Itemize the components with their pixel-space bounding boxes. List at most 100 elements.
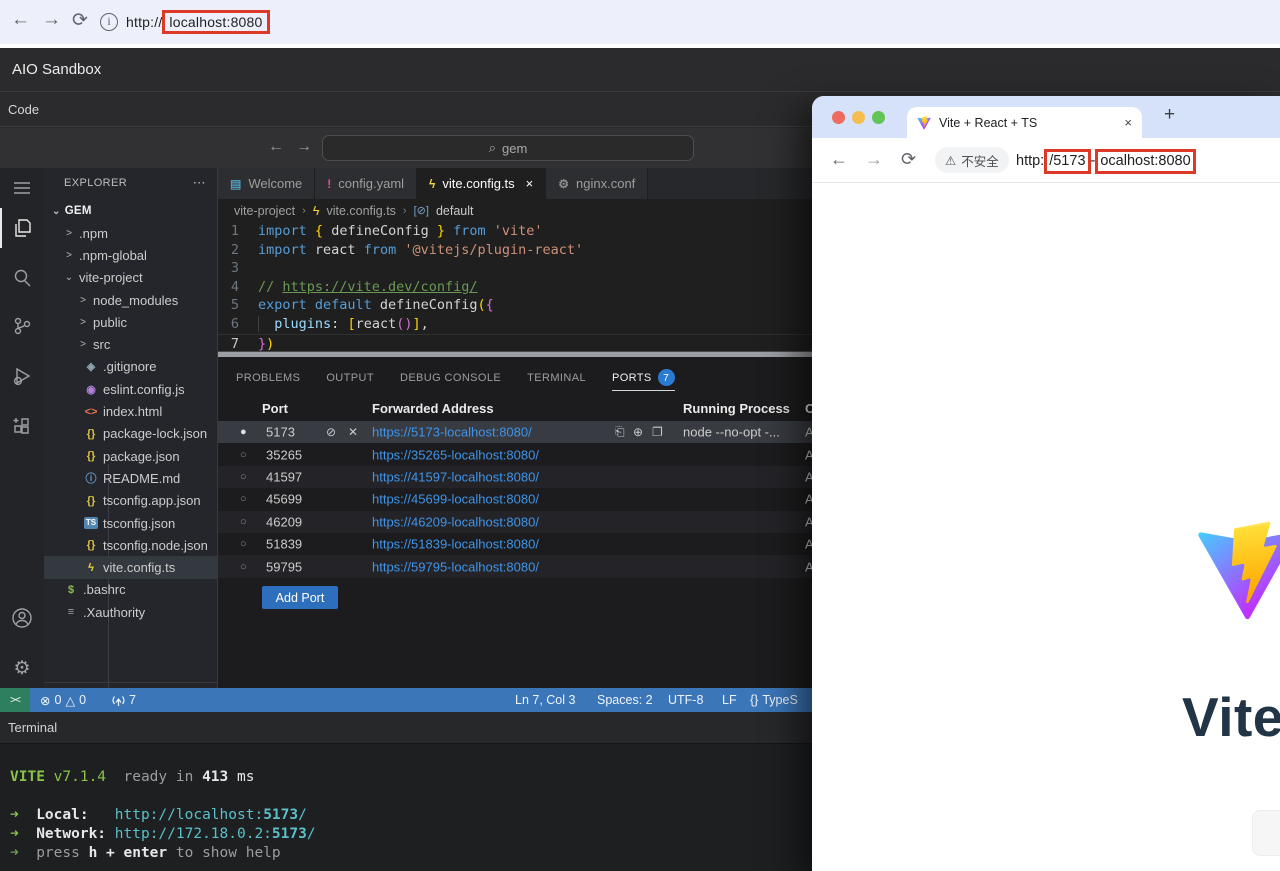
tab-nginx-conf[interactable]: ⚙ nginx.conf	[546, 168, 649, 199]
back-icon[interactable]: ←	[11, 9, 30, 31]
tree-item-package-lock-json[interactable]: {} package-lock.json	[44, 423, 218, 445]
tab-vite-config-ts[interactable]: ϟ vite.config.ts ×	[417, 168, 547, 199]
settings-gear-icon[interactable]: ⚙	[0, 648, 44, 688]
forwarded-address-link[interactable]: https://51839-localhost:8080/	[372, 537, 539, 552]
forwarded-address-link[interactable]: https://59795-localhost:8080/	[372, 559, 539, 574]
tree-item-index-html[interactable]: <> index.html	[44, 400, 218, 422]
workspace-root-folder[interactable]: ⌄ GEM	[44, 200, 218, 222]
forwarded-address-link[interactable]: https://35265-localhost:8080/	[372, 447, 539, 462]
port-row-45699[interactable]: ○ 45699 https://45699-localhost:8080/A	[218, 488, 814, 510]
port-row-51839[interactable]: ○ 51839 https://51839-localhost:8080/A	[218, 533, 814, 555]
tree-item-package-json[interactable]: {} package.json	[44, 445, 218, 467]
panel-tab-debug-console[interactable]: DEBUG CONSOLE	[400, 365, 501, 391]
port-row-41597[interactable]: ○ 41597 https://41597-localhost:8080/A	[218, 465, 814, 489]
extensions-icon[interactable]	[0, 406, 44, 446]
explorer-icon[interactable]	[0, 208, 44, 248]
search-activity-icon[interactable]	[0, 258, 44, 298]
tree-item-src[interactable]: > src	[44, 333, 218, 355]
forwarded-address-link[interactable]: https://45699-localhost:8080/	[372, 492, 539, 507]
ports-status[interactable]: 7	[112, 688, 136, 712]
panel-tab-output[interactable]: OUTPUT	[326, 365, 374, 391]
tree-item-vite-config-ts[interactable]: ϟ vite.config.ts	[44, 556, 218, 579]
port-row-59795[interactable]: ○ 59795 https://59795-localhost:8080/A	[218, 555, 814, 578]
tab-config-yaml[interactable]: ! config.yaml	[315, 168, 418, 199]
count-button[interactable]	[1252, 810, 1280, 856]
line-number: 2	[230, 241, 239, 258]
chevron-icon: >	[66, 249, 72, 261]
problems-status[interactable]: ⊗ 0 △ 0	[40, 688, 86, 712]
port-inactive-icon: ○	[240, 560, 247, 573]
chevron-down-icon: ⌄	[52, 205, 61, 217]
tree-item-vite-project[interactable]: ⌄ vite-project	[44, 267, 218, 289]
history-back-icon[interactable]: ←	[268, 138, 284, 156]
preview-icon[interactable]: ❐	[652, 425, 663, 439]
forwarded-address-link[interactable]: https://41597-localhost:8080/	[372, 469, 539, 484]
encoding[interactable]: UTF-8	[668, 688, 703, 712]
eol[interactable]: LF	[722, 688, 737, 712]
tab-welcome[interactable]: ▤ Welcome	[218, 168, 316, 199]
tree-item-node-modules[interactable]: > node_modules	[44, 289, 218, 311]
tree-item-tsconfig-app-json[interactable]: {} tsconfig.app.json	[44, 490, 218, 512]
breadcrumb[interactable]: vite-project › ϟ vite.config.ts › [⊘] defa…	[234, 199, 473, 222]
address-bar[interactable]: http:/5173- ocalhost:8080	[1016, 149, 1196, 174]
open-in-browser-icon[interactable]: ⊕	[633, 425, 643, 439]
run-debug-icon[interactable]	[0, 356, 44, 396]
close-tab-icon[interactable]: ×	[1124, 115, 1132, 130]
command-center-search[interactable]: ⌕ gem	[322, 135, 694, 161]
history-forward-icon[interactable]: →	[296, 138, 312, 156]
source-control-icon[interactable]	[0, 306, 44, 346]
tree-item-eslint-config-js[interactable]: ◉ eslint.config.js	[44, 378, 218, 400]
forwarded-address-link[interactable]: https://5173-localhost:8080/	[372, 425, 532, 440]
forwarded-address-link[interactable]: https://46209-localhost:8080/	[372, 514, 539, 529]
tree-item--npm[interactable]: > .npm	[44, 222, 218, 244]
tree-item--npm-global[interactable]: > .npm-global	[44, 244, 218, 266]
back-icon[interactable]: ←	[830, 149, 848, 170]
menu-icon[interactable]	[0, 168, 44, 208]
running-process: node --no-opt -...	[683, 424, 780, 440]
panel-tab-terminal[interactable]: TERMINAL	[527, 365, 586, 391]
reload-icon[interactable]: ⟳	[72, 9, 88, 32]
port-row-5173[interactable]: ● 5173 ⊘ ✕ ⎗ ⊕ ❐ node --no-opt -... https://5173…	[218, 421, 814, 444]
popup-page-content: Vite Edit src/App.	[812, 183, 1280, 871]
tree-item-public[interactable]: > public	[44, 311, 218, 333]
tree-item-label: tsconfig.json	[103, 515, 176, 531]
more-actions-icon[interactable]: ⋯	[193, 175, 206, 191]
add-port-button[interactable]: Add Port	[262, 586, 338, 609]
open-in-editor-icon[interactable]: ⎗	[615, 425, 625, 440]
port-number: 51839	[266, 536, 303, 552]
tree-item-tsconfig-json[interactable]: TS tsconfig.json	[44, 512, 218, 534]
tree-item-readme-md[interactable]: ⓘ README.md	[44, 467, 218, 489]
tree-item--xauthority[interactable]: ≡ .Xauthority	[44, 601, 218, 623]
close-window-icon[interactable]	[832, 111, 845, 124]
cursor-position[interactable]: Ln 7, Col 3	[515, 688, 575, 712]
minimize-window-icon[interactable]	[852, 111, 865, 124]
close-port-icon[interactable]: ✕	[348, 425, 358, 439]
tree-item--bashrc[interactable]: $ .bashrc	[44, 579, 218, 601]
tree-item--gitignore[interactable]: ◈ .gitignore	[44, 356, 218, 378]
panel-tab-ports[interactable]: PORTS 7	[611, 365, 675, 391]
forward-icon[interactable]: →	[865, 149, 883, 170]
security-chip[interactable]: ⚠ 不安全	[935, 147, 1009, 173]
browser-tab[interactable]: Vite + React + TS ×	[907, 107, 1142, 138]
search-icon: ⌕	[488, 140, 496, 155]
tree-item-tsconfig-node-json[interactable]: {} tsconfig.node.json	[44, 534, 218, 556]
port-row-46209[interactable]: ○ 46209 https://46209-localhost:8080/A	[218, 510, 814, 533]
maximize-window-icon[interactable]	[872, 111, 885, 124]
account-icon[interactable]	[0, 598, 44, 638]
chevron-icon: >	[66, 227, 72, 239]
language-mode[interactable]: {} TypeS	[750, 688, 798, 712]
line-number: 6	[230, 315, 239, 332]
port-row-35265[interactable]: ○ 35265 https://35265-localhost:8080/A	[218, 443, 814, 465]
remote-indicator-icon[interactable]: ><	[0, 688, 30, 712]
site-info-icon[interactable]: i	[100, 13, 118, 31]
panel-tab-problems[interactable]: PROBLEMS	[236, 365, 300, 391]
terminal-output[interactable]: VITE v7.1.4 ready in 413 ms ➜ Local: htt…	[10, 768, 316, 863]
address-bar[interactable]: http://localhost:8080	[126, 9, 270, 35]
indentation[interactable]: Spaces: 2	[597, 688, 653, 712]
port-number: 59795	[266, 559, 303, 575]
forward-icon[interactable]: →	[42, 9, 61, 31]
stop-forward-icon[interactable]: ⊘	[326, 425, 336, 439]
reload-icon[interactable]: ⟳	[901, 149, 916, 170]
new-tab-icon[interactable]: +	[1164, 104, 1175, 126]
close-icon[interactable]: ×	[526, 176, 534, 191]
